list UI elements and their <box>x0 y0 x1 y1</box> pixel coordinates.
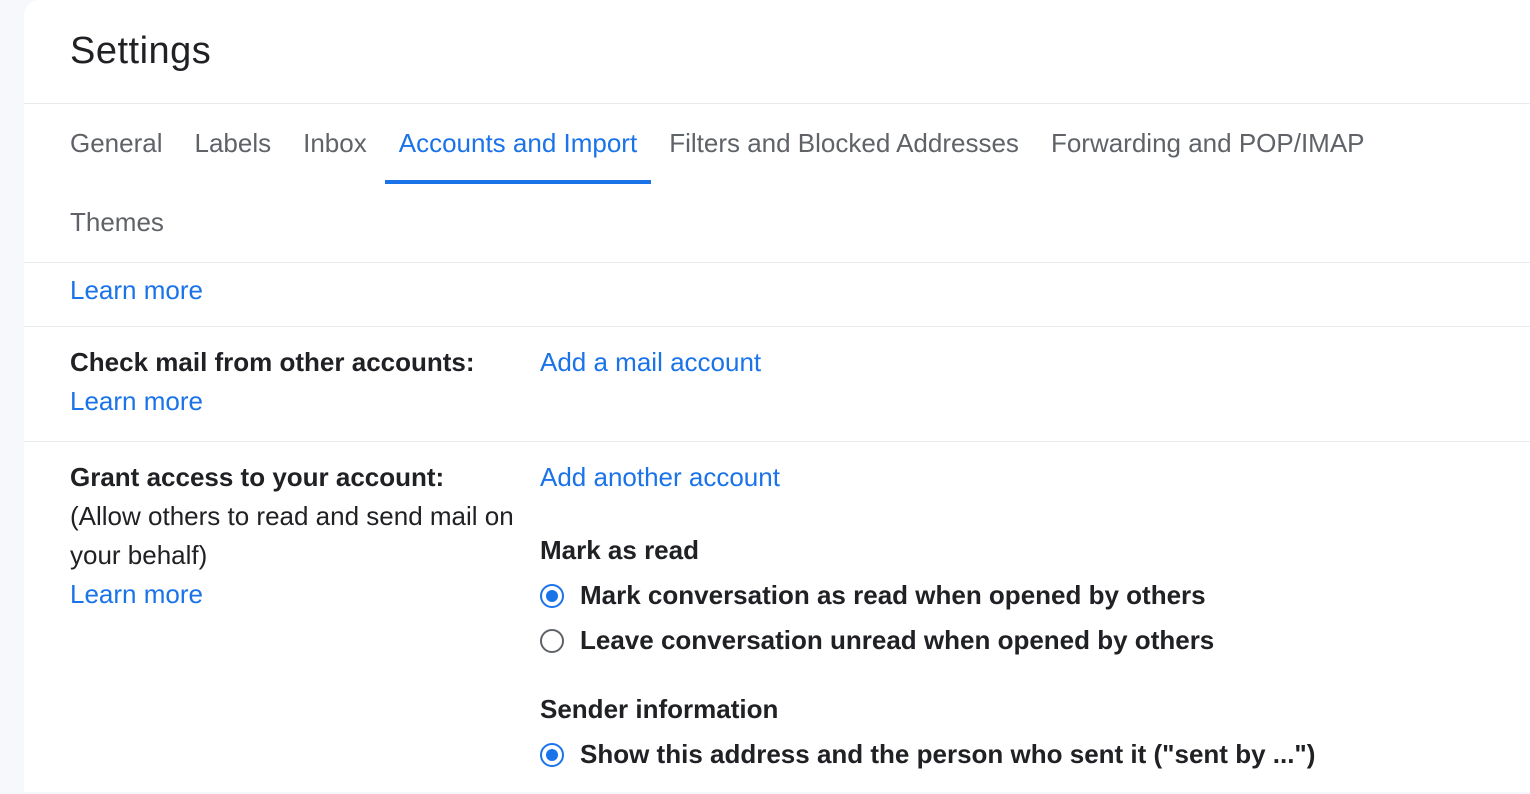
sender-information-heading: Sender information <box>540 690 1484 729</box>
settings-header: Settings <box>24 0 1530 103</box>
grant-access-learn-more-link[interactable]: Learn more <box>70 579 203 609</box>
radio-label: Show this address and the person who sen… <box>580 735 1315 774</box>
settings-panel: Settings General Labels Inbox Accounts a… <box>24 0 1530 792</box>
tab-filters-and-blocked[interactable]: Filters and Blocked Addresses <box>669 104 1019 183</box>
top-section-row: Learn more <box>24 263 1530 327</box>
page-title: Settings <box>70 30 1530 73</box>
add-another-account-link[interactable]: Add another account <box>540 462 780 492</box>
tab-themes[interactable]: Themes <box>70 183 164 262</box>
check-mail-learn-more-link[interactable]: Learn more <box>70 386 203 416</box>
radio-button-icon <box>540 584 564 608</box>
settings-tabs: General Labels Inbox Accounts and Import… <box>24 103 1530 263</box>
grant-access-label: Grant access to your account: <box>70 458 540 497</box>
tab-labels[interactable]: Labels <box>195 104 272 183</box>
check-mail-section: Check mail from other accounts: Learn mo… <box>24 327 1530 442</box>
radio-show-address-and-sender[interactable]: Show this address and the person who sen… <box>540 735 1484 774</box>
radio-leave-unread[interactable]: Leave conversation unread when opened by… <box>540 621 1484 660</box>
grant-access-subtitle: (Allow others to read and send mail on y… <box>70 497 540 575</box>
radio-label: Mark conversation as read when opened by… <box>580 576 1206 615</box>
radio-button-icon <box>540 743 564 767</box>
mark-as-read-heading: Mark as read <box>540 531 1484 570</box>
learn-more-link[interactable]: Learn more <box>70 275 203 305</box>
add-mail-account-link[interactable]: Add a mail account <box>540 347 761 377</box>
radio-label: Leave conversation unread when opened by… <box>580 621 1214 660</box>
tab-general[interactable]: General <box>70 104 163 183</box>
check-mail-label: Check mail from other accounts: <box>70 343 540 382</box>
tab-forwarding-pop-imap[interactable]: Forwarding and POP/IMAP <box>1051 104 1365 183</box>
tab-inbox[interactable]: Inbox <box>303 104 367 183</box>
grant-access-section: Grant access to your account: (Allow oth… <box>24 442 1530 794</box>
radio-button-icon <box>540 629 564 653</box>
radio-mark-read-when-opened[interactable]: Mark conversation as read when opened by… <box>540 576 1484 615</box>
tab-accounts-and-import[interactable]: Accounts and Import <box>399 104 637 183</box>
